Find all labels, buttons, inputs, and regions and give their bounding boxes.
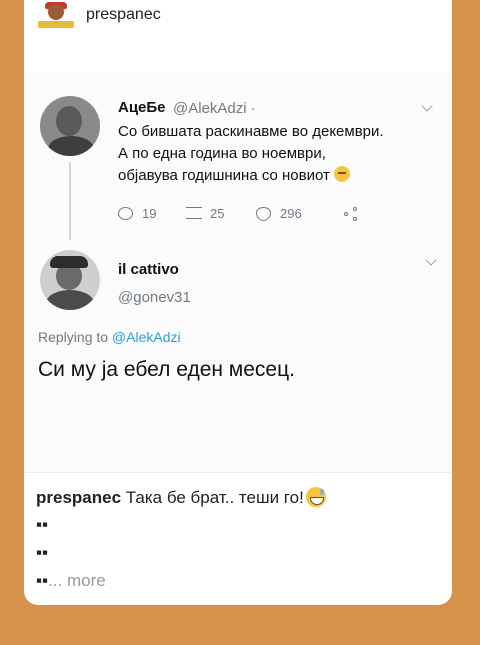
like-count: 296 bbox=[280, 206, 302, 221]
retweet-icon bbox=[186, 207, 202, 219]
replying-prefix: Replying to bbox=[38, 329, 112, 345]
reply-count: 19 bbox=[142, 206, 157, 221]
caption-line: ▪▪ bbox=[36, 571, 49, 590]
avatar[interactable] bbox=[36, 2, 76, 30]
tweet-author-handle: @AlekAdzi · bbox=[173, 100, 256, 117]
more-link[interactable]: ... more bbox=[48, 571, 106, 590]
replying-to-link: @AlekAdzi bbox=[111, 329, 181, 345]
avatar-face-shape bbox=[48, 4, 64, 20]
caption-line: ▪▪ bbox=[36, 543, 49, 562]
retweet-count: 25 bbox=[210, 206, 225, 221]
post-caption: prespanec Така бе брат.. теши го! bbox=[36, 487, 446, 509]
post-card: prespanec АцеБе @AlekAdzi · Со бившата р… bbox=[24, 0, 452, 605]
caption-text: Така бе брат.. теши го! bbox=[121, 488, 304, 507]
reply-author-handle: @gonev31 bbox=[118, 289, 191, 306]
tweet-text-line: објавува годишнина со новиот bbox=[118, 167, 330, 184]
reply-author-name: il cattivo bbox=[118, 261, 179, 278]
tweet-text-line-last: објавува годишнина со новиот bbox=[118, 165, 438, 187]
caption-line-last: ▪▪... more bbox=[36, 571, 106, 591]
chevron-down-icon bbox=[425, 254, 437, 266]
heart-icon bbox=[256, 207, 271, 221]
tweet-author-name: АцеБе bbox=[118, 99, 166, 116]
reply-text: Си му ја ебел еден месец. bbox=[38, 358, 295, 381]
divider bbox=[24, 472, 452, 473]
share-icon bbox=[344, 207, 358, 221]
tweet-actions: 19 25 296 bbox=[118, 203, 418, 225]
tweet-screenshot: АцеБе @AlekAdzi · Со бившата раскинавме … bbox=[24, 72, 452, 472]
caption-line: ▪▪ bbox=[36, 515, 49, 534]
caption-username[interactable]: prespanec bbox=[36, 488, 121, 507]
chevron-down-icon bbox=[421, 100, 433, 112]
thinking-face-icon bbox=[333, 166, 350, 182]
tweet-author-avatar bbox=[40, 96, 100, 156]
post-header: prespanec bbox=[24, 0, 452, 36]
grinning-sweat-icon bbox=[305, 487, 326, 507]
tweet-text-line: А по една година во ноември, bbox=[118, 145, 326, 162]
avatar-banner-shape bbox=[38, 21, 74, 28]
post-username[interactable]: prespanec bbox=[86, 6, 161, 24]
thread-line bbox=[69, 162, 71, 240]
tweet-text-line: Со бившата раскинавме во декември. bbox=[118, 123, 384, 140]
reply-icon bbox=[118, 207, 133, 220]
replying-to: Replying to @AlekAdzi bbox=[38, 329, 181, 345]
reply-author-avatar bbox=[40, 250, 100, 310]
